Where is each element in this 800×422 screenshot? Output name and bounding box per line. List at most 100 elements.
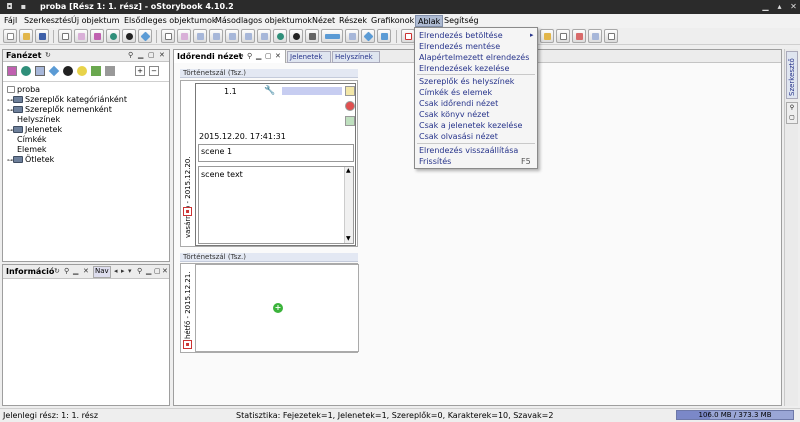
tab-scenes[interactable]: Jelenetek [287, 51, 331, 63]
scene-card[interactable]: 1.1 🔧 2015.12.20. 17:41:31 scene 1 scene… [195, 83, 356, 246]
book-view-button[interactable] [588, 29, 602, 43]
menu-secondary-objects[interactable]: Másodlagos objektumok [215, 16, 312, 25]
new-scene-button[interactable] [74, 29, 88, 43]
items-view-button[interactable] [289, 29, 303, 43]
maximize-icon[interactable]: ▢ [148, 51, 155, 59]
menu-item-reset-layout[interactable]: Elrendezés visszaállítása [419, 146, 518, 155]
menu-charts[interactable]: Grafikonok [371, 16, 414, 25]
pin-icon-2[interactable]: ⚲ [137, 267, 142, 275]
characters-view-button[interactable] [193, 29, 207, 43]
items-filter-icon[interactable] [63, 66, 73, 76]
scroll-up-icon[interactable]: ▲ [346, 167, 351, 174]
open-file-button[interactable] [19, 29, 33, 43]
new-character-button[interactable] [90, 29, 104, 43]
scene-title-field[interactable]: scene 1 [198, 144, 354, 162]
filter-view-button[interactable] [305, 29, 319, 43]
menu-item-load-layout[interactable]: Elrendezés betöltése [419, 31, 503, 40]
scroll-down-icon[interactable]: ▼ [346, 235, 351, 242]
table-view-button-3[interactable] [241, 29, 255, 43]
scene-text-scrollbar[interactable]: ▲ ▼ [344, 167, 353, 243]
menu-new-object[interactable]: Új objektum [71, 16, 119, 25]
tree-item-characters-by-category[interactable]: ⊶ Szereplők kategóriánként [7, 95, 127, 104]
tree-item-scenes[interactable]: ⊶ Jelenetek [7, 125, 62, 134]
save-button[interactable] [35, 29, 49, 43]
memoria-button[interactable] [540, 29, 554, 43]
tab-scroll-left-icon[interactable]: ◂ [114, 267, 118, 275]
menu-file[interactable]: Fájl [4, 16, 17, 25]
table-view-button-2[interactable] [225, 29, 239, 43]
refresh-icon[interactable]: ↻ [45, 51, 51, 59]
menu-item-book-only[interactable]: Csak könyv nézet [419, 110, 489, 119]
grid-filter-icon[interactable] [105, 66, 115, 76]
locations-view-button[interactable] [257, 29, 271, 43]
tab-locations[interactable]: Helyszínek [332, 51, 380, 63]
globe-view-button[interactable] [273, 29, 287, 43]
new-tag-button[interactable] [138, 29, 152, 43]
expand-all-icon[interactable]: + [135, 66, 145, 76]
reading-button[interactable] [556, 29, 570, 43]
close-icon[interactable]: ✕ [275, 52, 281, 60]
tree-item-characters-by-gender[interactable]: ⊶ Szereplők nemenként [7, 105, 112, 114]
manage-button[interactable] [572, 29, 586, 43]
delete-scene-button[interactable] [345, 101, 355, 111]
scenes-view-button[interactable] [177, 29, 191, 43]
new-file-button[interactable] [3, 29, 17, 43]
menu-item-refresh[interactable]: Frissítés [419, 157, 451, 166]
menu-help[interactable]: Segítség [444, 16, 479, 25]
window-menu-icon[interactable]: ◘ [4, 1, 15, 12]
scene-text-area[interactable]: scene text ▲ ▼ [198, 166, 354, 244]
tree-item-tags[interactable]: Címkék [17, 135, 47, 144]
maximize-icon[interactable]: ▢ [265, 52, 272, 60]
menu-window[interactable]: Ablak [415, 15, 444, 27]
menu-primary-objects[interactable]: Elsődleges objektumok [124, 16, 217, 25]
sidebar-pin-icon[interactable]: ⚲ ▢ [786, 102, 798, 124]
menu-item-manage-layouts[interactable]: Elrendezések kezelése [419, 64, 509, 73]
new-chapter-button[interactable] [58, 29, 72, 43]
close-icon[interactable]: ✕ [788, 1, 799, 12]
pin-icon[interactable]: ⚲ [247, 52, 252, 60]
minimize-icon[interactable]: ▁ [73, 267, 78, 275]
empty-scene-cell[interactable]: + [195, 264, 359, 352]
menu-item-default-layout[interactable]: Alapértelmezett elrendezés [419, 53, 529, 62]
close-icon[interactable]: ✕ [83, 267, 89, 275]
new-item-button[interactable] [122, 29, 136, 43]
menu-edit[interactable]: Szerkesztés [24, 16, 71, 25]
tags-filter-icon[interactable] [48, 65, 60, 77]
minimize-icon[interactable]: ▁ [138, 51, 143, 59]
maximize-icon[interactable]: ▢ [154, 267, 161, 275]
tab-list-icon[interactable]: ▾ [128, 267, 132, 275]
menu-item-characters-locations[interactable]: Szereplők és helyszínek [419, 77, 514, 86]
refresh-icon[interactable]: ↻ [54, 267, 60, 275]
tab-scroll-right-icon[interactable]: ▸ [121, 267, 125, 275]
characters-filter-icon[interactable] [7, 66, 17, 76]
close-icon-2[interactable]: ✕ [162, 267, 168, 275]
locations-filter-icon[interactable] [21, 66, 31, 76]
chapters-view-button[interactable] [161, 29, 175, 43]
menu-view[interactable]: Nézet [312, 16, 335, 25]
menu-item-tags-items[interactable]: Címkék és elemek [419, 88, 492, 97]
pin-icon[interactable]: ⚲ [64, 267, 69, 275]
minimize-icon[interactable]: ▁ [256, 52, 261, 60]
add-scene-icon[interactable]: + [273, 303, 283, 313]
minimize-icon[interactable]: ▁ [760, 1, 771, 12]
menu-item-reading-only[interactable]: Csak olvasási nézet [419, 132, 498, 141]
new-location-button[interactable] [106, 29, 120, 43]
menu-item-save-layout[interactable]: Elrendezés mentése [419, 42, 500, 51]
close-icon[interactable]: ✕ [159, 51, 165, 59]
link-button-2[interactable] [377, 29, 391, 43]
tree-item-ideas[interactable]: ⊶ Ötletek [7, 155, 54, 164]
export-button[interactable] [604, 29, 618, 43]
maximize-icon[interactable]: ▴ [774, 1, 785, 12]
strands-filter-icon[interactable] [91, 66, 101, 76]
memory-bar[interactable]: 106.0 MB / 373.3 MB [676, 410, 794, 420]
table-view-button[interactable] [209, 29, 223, 43]
collapse-all-icon[interactable]: − [149, 66, 159, 76]
wrench-icon[interactable]: 🔧 [264, 86, 275, 96]
ideas-filter-icon[interactable] [77, 66, 87, 76]
minimize-icon-2[interactable]: ▁ [146, 267, 151, 275]
pin-icon[interactable]: ⚲ [128, 51, 133, 59]
tab-editor[interactable]: Szerkesztő [786, 51, 798, 99]
menu-item-manage-only[interactable]: Csak a jelenetek kezelése [419, 121, 522, 130]
tree-item-items[interactable]: Elemek [17, 145, 47, 154]
links-view-button[interactable] [321, 29, 343, 43]
